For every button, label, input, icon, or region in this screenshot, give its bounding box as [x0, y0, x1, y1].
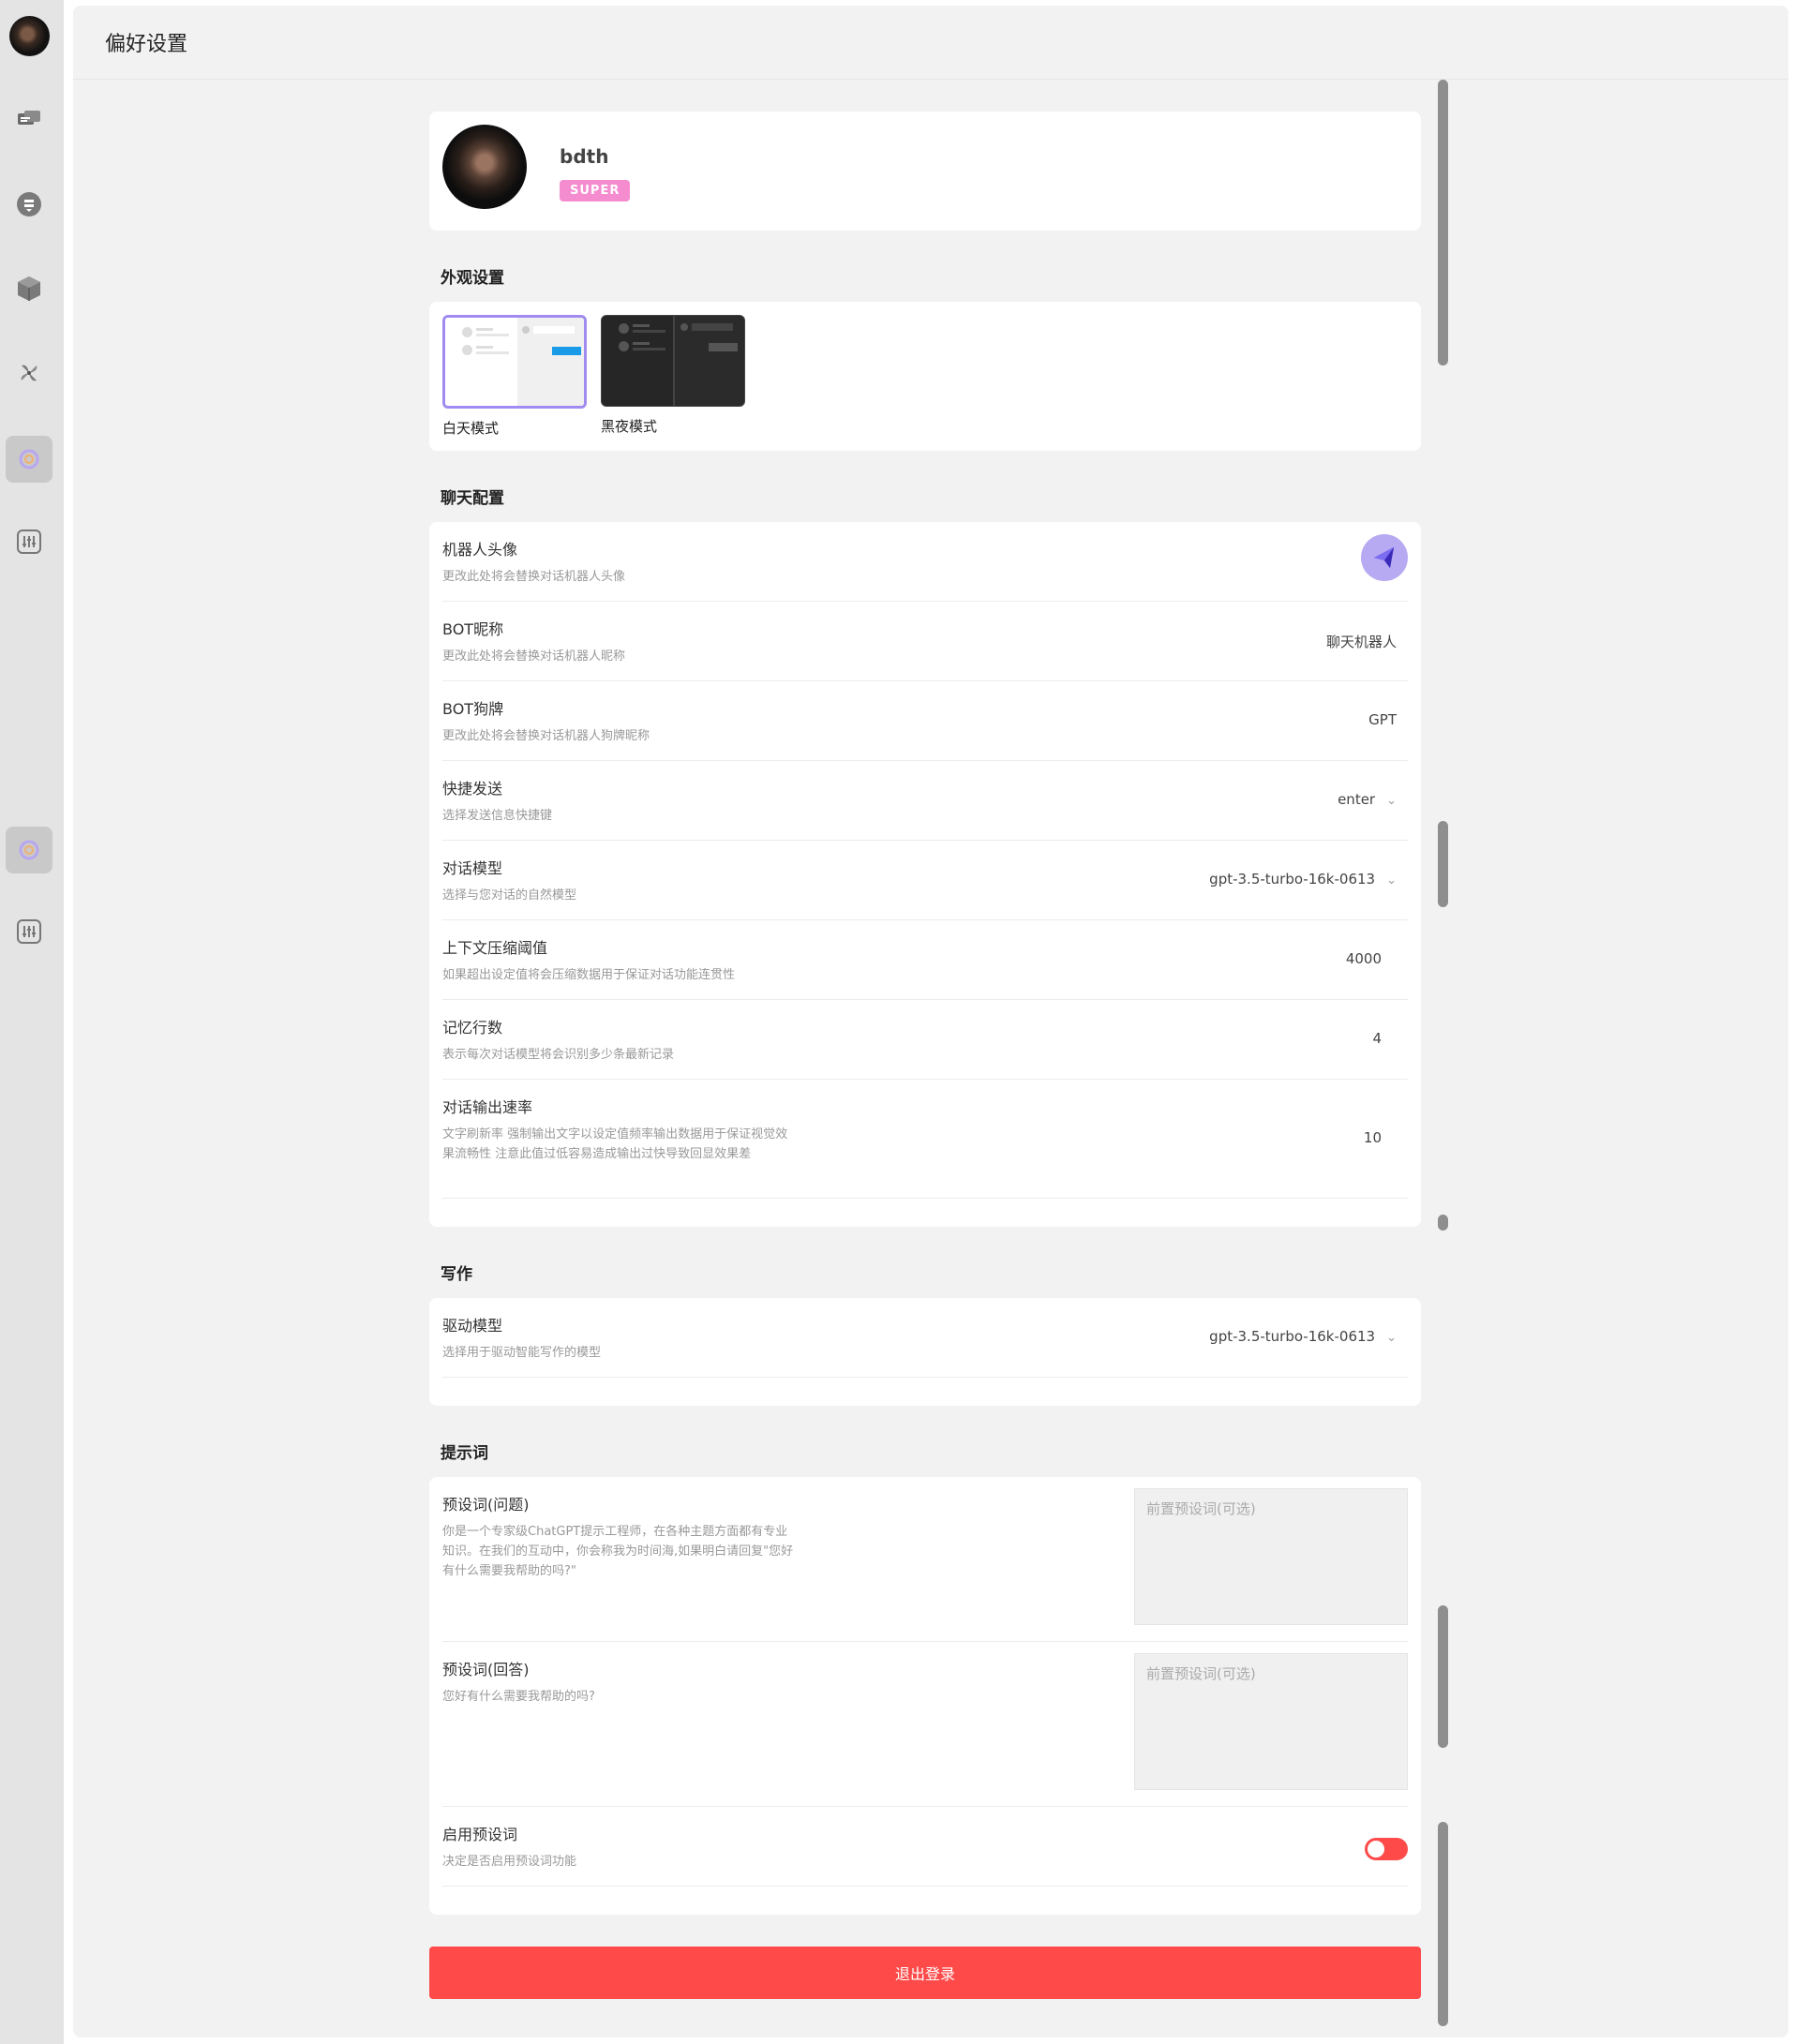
setting-desc: 决定是否启用预设词功能 — [442, 1855, 577, 1869]
settings-icon-secondary[interactable] — [6, 827, 52, 873]
setting-row-shortcut: 快捷发送 选择发送信息快捷键 enter ⌄ — [442, 761, 1408, 841]
setting-row-bot-avatar: 机器人头像 更改此处将会替换对话机器人头像 — [442, 522, 1408, 602]
bot-tag-input[interactable]: GPT — [1368, 711, 1397, 728]
avatar[interactable] — [442, 125, 527, 209]
prompts-card: 预设词(问题) 你是一个专家级ChatGPT提示工程师，在各种主题方面都有专业知… — [429, 1477, 1421, 1915]
setting-desc: 您好有什么需要我帮助的吗? — [442, 1690, 595, 1704]
chevron-down-icon: ⌄ — [1386, 794, 1397, 808]
appearance-card: 白天模式 黑夜模式 — [429, 302, 1421, 451]
page-title: 偏好设置 — [73, 6, 1788, 80]
writing-section-title: 写作 — [441, 1265, 472, 1284]
settings-icon[interactable] — [6, 436, 52, 483]
shortcut-select[interactable]: enter ⌄ — [1338, 791, 1397, 808]
preset-question-textarea[interactable]: 前置预设词(可选) — [1134, 1488, 1408, 1625]
bot-nickname-input[interactable]: 聊天机器人 — [1326, 632, 1397, 651]
preset-answer-textarea[interactable]: 前置预设词(可选) — [1134, 1653, 1408, 1790]
writing-model-select[interactable]: gpt-3.5-turbo-16k-0613 ⌄ — [1209, 1328, 1397, 1345]
setting-desc: 选择与您对话的自然模型 — [442, 888, 577, 903]
sidebar — [0, 0, 64, 2044]
scrollbar-thumb-2[interactable] — [1438, 821, 1448, 907]
setting-row-memory-lines: 记忆行数 表示每次对话模型将会识别多少条最新记录 4 — [442, 1000, 1408, 1080]
setting-desc: 表示每次对话模型将会识别多少条最新记录 — [442, 1048, 675, 1062]
theme-label-light: 白天模式 — [442, 420, 500, 437]
setting-row-bot-tag: BOT狗牌 更改此处将会替换对话机器人狗牌昵称 GPT — [442, 681, 1408, 761]
enable-preset-toggle[interactable] — [1365, 1838, 1408, 1860]
writing-model-value: gpt-3.5-turbo-16k-0613 — [1209, 1328, 1376, 1345]
writing-card: 驱动模型 选择用于驱动智能写作的模型 gpt-3.5-turbo-16k-061… — [429, 1298, 1421, 1406]
download-icon[interactable] — [10, 186, 48, 223]
main-panel: 偏好设置 bdth SUPER 外观设置 白天模式 黑夜模式 聊天配置 机器人头… — [73, 6, 1788, 2037]
appearance-section-title: 外观设置 — [441, 269, 504, 288]
setting-title: 机器人头像 — [442, 541, 518, 559]
status-badge: SUPER — [560, 180, 631, 201]
setting-row-output-rate: 对话输出速率 文字刷新率 强制输出文字以设定值频率输出数据用于保证视觉效果流畅性… — [442, 1080, 1408, 1199]
pinwheel-icon[interactable] — [10, 354, 48, 392]
chevron-down-icon: ⌄ — [1386, 1331, 1397, 1345]
setting-row-preset-question: 预设词(问题) 你是一个专家级ChatGPT提示工程师，在各种主题方面都有专业知… — [442, 1477, 1408, 1642]
logout-button[interactable]: 退出登录 — [429, 1947, 1421, 1999]
theme-option-light[interactable]: 白天模式 — [442, 315, 587, 438]
setting-row-preset-answer: 预设词(回答) 您好有什么需要我帮助的吗? 前置预设词(可选) — [442, 1642, 1408, 1807]
setting-desc: 更改此处将会替换对话机器人头像 — [442, 570, 626, 584]
setting-title: 驱动模型 — [442, 1317, 503, 1335]
setting-desc: 更改此处将会替换对话机器人狗牌昵称 — [442, 729, 650, 743]
chat-model-select[interactable]: gpt-3.5-turbo-16k-0613 ⌄ — [1209, 871, 1397, 888]
setting-desc: 更改此处将会替换对话机器人昵称 — [442, 649, 626, 664]
output-rate-input[interactable]: 10 — [1364, 1129, 1382, 1146]
setting-title: BOT昵称 — [442, 620, 504, 638]
setting-row-enable-preset: 启用预设词 决定是否启用预设词功能 — [442, 1807, 1408, 1887]
chat-model-value: gpt-3.5-turbo-16k-0613 — [1209, 871, 1376, 888]
setting-desc: 选择发送信息快捷键 — [442, 809, 553, 823]
setting-row-context-threshold: 上下文压缩阈值 如果超出设定值将会压缩数据用于保证对话功能连贯性 4000 — [442, 920, 1408, 1000]
context-threshold-input[interactable]: 4000 — [1346, 950, 1382, 967]
setting-desc: 如果超出设定值将会压缩数据用于保证对话功能连贯性 — [442, 968, 736, 982]
chat-section-title: 聊天配置 — [441, 489, 504, 508]
prompts-section-title: 提示词 — [441, 1444, 488, 1463]
username: bdth — [560, 145, 609, 168]
scrollbar-thumb-3[interactable] — [1438, 1215, 1448, 1231]
sliders-icon-secondary[interactable] — [10, 913, 48, 950]
setting-title: 对话模型 — [442, 859, 503, 877]
setting-title: 预设词(回答) — [442, 1661, 530, 1678]
setting-desc: 你是一个专家级ChatGPT提示工程师，在各种主题方面都有专业知识。在我们的互动… — [442, 1525, 794, 1578]
scrollbar-thumb[interactable] — [1438, 80, 1448, 366]
setting-desc: 选择用于驱动智能写作的模型 — [442, 1346, 602, 1360]
chevron-down-icon: ⌄ — [1386, 873, 1397, 888]
theme-label-dark: 黑夜模式 — [601, 418, 658, 435]
memory-lines-input[interactable]: 4 — [1372, 1030, 1382, 1047]
theme-option-dark[interactable]: 黑夜模式 — [601, 315, 745, 436]
setting-row-bot-nickname: BOT昵称 更改此处将会替换对话机器人昵称 聊天机器人 — [442, 602, 1408, 681]
light-theme-thumbnail — [442, 315, 587, 409]
profile-card: bdth SUPER — [429, 112, 1421, 231]
setting-row-writing-model: 驱动模型 选择用于驱动智能写作的模型 gpt-3.5-turbo-16k-061… — [442, 1298, 1408, 1378]
setting-desc: 文字刷新率 强制输出文字以设定值频率输出数据用于保证视觉效果流畅性 注意此值过低… — [442, 1127, 788, 1161]
setting-row-chat-model: 对话模型 选择与您对话的自然模型 gpt-3.5-turbo-16k-0613 ⌄ — [442, 841, 1408, 920]
chat-config-card: 机器人头像 更改此处将会替换对话机器人头像 BOT昵称 更改此处将会替换对话机器… — [429, 522, 1421, 1227]
sliders-icon[interactable] — [10, 523, 48, 560]
cube-icon[interactable] — [10, 270, 48, 307]
bot-avatar-icon[interactable] — [1361, 534, 1408, 581]
setting-title: 记忆行数 — [442, 1019, 503, 1037]
settings-content: bdth SUPER 外观设置 白天模式 黑夜模式 聊天配置 机器人头像 更改此… — [429, 112, 1421, 1999]
chat-icon[interactable] — [10, 101, 48, 139]
setting-title: 预设词(问题) — [442, 1496, 530, 1514]
shortcut-value: enter — [1338, 791, 1376, 808]
scrollbar-thumb-5[interactable] — [1438, 1822, 1448, 2026]
setting-title: 启用预设词 — [442, 1826, 518, 1843]
dark-theme-thumbnail — [601, 315, 745, 407]
sidebar-avatar[interactable] — [9, 16, 50, 56]
setting-title: BOT狗牌 — [442, 700, 504, 718]
setting-title: 快捷发送 — [442, 780, 503, 798]
scrollbar-thumb-4[interactable] — [1438, 1605, 1448, 1748]
setting-title: 上下文压缩阈值 — [442, 939, 548, 957]
setting-title: 对话输出速率 — [442, 1098, 533, 1116]
